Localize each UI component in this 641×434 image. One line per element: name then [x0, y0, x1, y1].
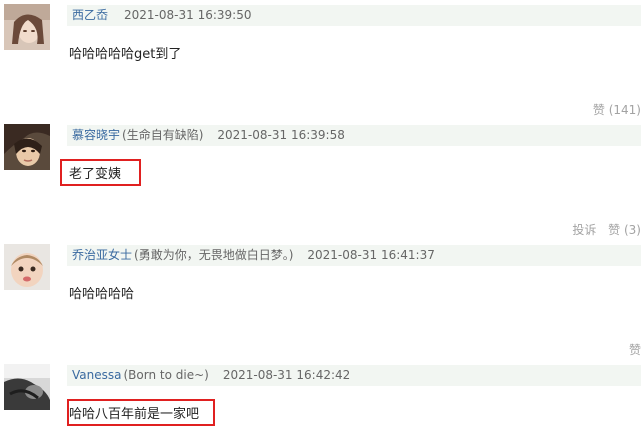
- avatar[interactable]: [4, 244, 50, 290]
- user-signature: (勇敢为你，无畏地做白日梦。): [134, 248, 294, 262]
- username-link[interactable]: 西乙岙: [72, 8, 108, 22]
- comment-timestamp: 2021-08-31 16:42:42: [222, 368, 351, 382]
- comment-timestamp: 2021-08-31 16:39:50: [124, 8, 252, 22]
- comment-timestamp: 2021-08-31 16:39:58: [217, 128, 345, 142]
- username-link[interactable]: 慕容晓宇: [72, 128, 120, 142]
- comment-header: 乔治亚女士 (勇敢为你，无畏地做白日梦。) 2021-08-31 16:41:37: [67, 245, 641, 266]
- comment-header: Vanessa (Born to die~) 2021-08-31 16:42:42: [67, 365, 641, 386]
- comment-list: 西乙岙 2021-08-31 16:39:50 哈哈哈哈哈get到了 赞 (141…: [0, 0, 641, 434]
- username-link[interactable]: Vanessa: [72, 368, 121, 382]
- comment-actions: 赞: [629, 341, 641, 358]
- like-button[interactable]: 赞 (141): [593, 103, 641, 117]
- avatar[interactable]: [4, 124, 50, 170]
- comment-actions: 投诉 赞 (3): [572, 221, 641, 238]
- comment-header: 西乙岙 2021-08-31 16:39:50: [67, 5, 641, 26]
- comment-header: 慕容晓宇 (生命自有缺陷) 2021-08-31 16:39:58: [67, 125, 641, 146]
- report-button[interactable]: 投诉: [572, 223, 596, 237]
- username-link[interactable]: 乔治亚女士: [72, 248, 132, 262]
- avatar[interactable]: [4, 364, 50, 410]
- user-signature: (Born to die~): [123, 368, 209, 382]
- user-signature: (生命自有缺陷): [122, 128, 204, 142]
- comment-actions: 赞 (141): [593, 101, 641, 118]
- like-button[interactable]: 赞 (3): [608, 223, 641, 237]
- avatar[interactable]: [4, 4, 50, 50]
- highlight-box: [67, 399, 215, 426]
- comment-text: 哈哈哈哈哈get到了: [69, 47, 182, 62]
- highlight-box: [60, 159, 141, 186]
- like-button[interactable]: 赞: [629, 343, 641, 357]
- comment-text: 哈哈哈哈哈: [69, 287, 135, 302]
- comment-timestamp: 2021-08-31 16:41:37: [307, 248, 435, 262]
